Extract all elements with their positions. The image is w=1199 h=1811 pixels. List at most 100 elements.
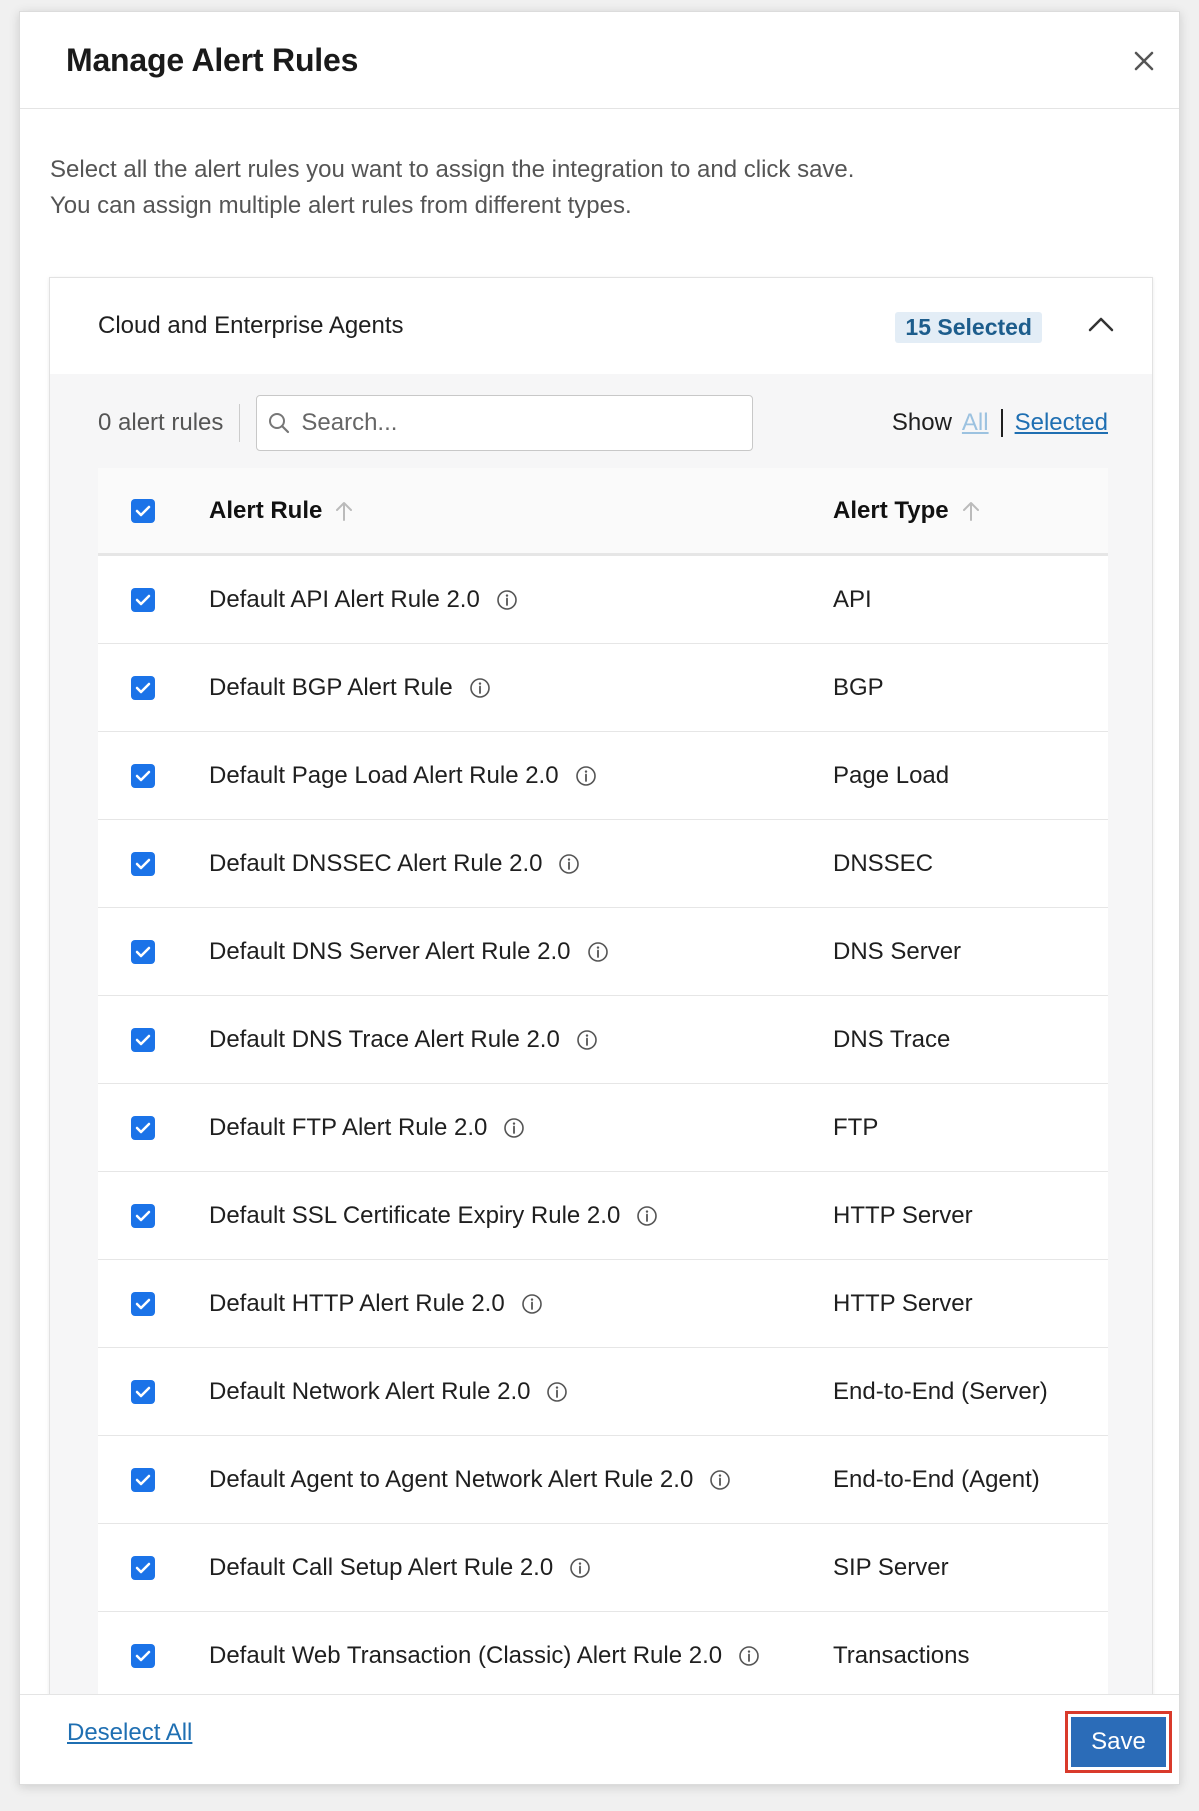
table-row[interactable]: Default DNSSEC Alert Rule 2.0 DNSSEC: [98, 820, 1108, 908]
info-icon[interactable]: [503, 1117, 525, 1139]
sort-arrow-up-icon[interactable]: [334, 500, 354, 522]
row-check-cell: [98, 1467, 209, 1492]
row-checkbox[interactable]: [131, 1115, 155, 1140]
alert-rule-cell: Default FTP Alert Rule 2.0: [209, 1114, 833, 1142]
alert-rule-cell: Default Network Alert Rule 2.0: [209, 1378, 833, 1406]
section-title: Cloud and Enterprise Agents: [98, 312, 404, 339]
table-row[interactable]: Default HTTP Alert Rule 2.0 HTTP Server: [98, 1260, 1108, 1348]
close-icon[interactable]: [1129, 46, 1159, 76]
row-checkbox[interactable]: [131, 1467, 155, 1492]
table-row[interactable]: Default Page Load Alert Rule 2.0 Page Loa…: [98, 732, 1108, 820]
row-checkbox[interactable]: [131, 1203, 155, 1228]
info-icon[interactable]: [575, 765, 597, 787]
show-selected-link[interactable]: Selected: [1015, 409, 1108, 437]
row-checkbox[interactable]: [131, 1555, 155, 1580]
selected-count-badge: 15 Selected: [895, 312, 1042, 343]
table-row[interactable]: Default SSL Certificate Expiry Rule 2.0 H…: [98, 1172, 1108, 1260]
row-check-cell: [98, 1643, 209, 1668]
toolbar-divider: [239, 404, 241, 442]
alert-rule-name: Default FTP Alert Rule 2.0: [209, 1113, 488, 1141]
row-check-cell: [98, 1027, 209, 1052]
alert-type-cell: Transactions: [833, 1641, 970, 1669]
select-all-checkbox[interactable]: [131, 498, 155, 523]
chevron-up-icon[interactable]: [1086, 313, 1116, 335]
table-row[interactable]: Default Call Setup Alert Rule 2.0 SIP Ser…: [98, 1524, 1108, 1612]
column-header-alert-type[interactable]: Alert Type: [833, 497, 981, 525]
column-header-alert-rule[interactable]: Alert Rule: [209, 497, 833, 525]
table-row[interactable]: Default API Alert Rule 2.0 API: [98, 556, 1108, 644]
checkmark-icon: [135, 505, 151, 516]
row-check-cell: [98, 939, 209, 964]
info-icon[interactable]: [709, 1469, 731, 1491]
info-icon[interactable]: [636, 1205, 658, 1227]
info-icon[interactable]: [738, 1645, 760, 1667]
alert-rule-name: Default DNS Trace Alert Rule 2.0: [209, 1025, 560, 1053]
info-icon[interactable]: [546, 1381, 568, 1403]
alert-rule-cell: Default Call Setup Alert Rule 2.0: [209, 1554, 833, 1582]
section-header[interactable]: Cloud and Enterprise Agents 15 Selected: [50, 278, 1152, 374]
alert-rule-name: Default BGP Alert Rule: [209, 673, 453, 701]
alert-type-cell: DNS Trace: [833, 1025, 951, 1053]
row-checkbox[interactable]: [131, 1027, 155, 1052]
table-row[interactable]: Default Network Alert Rule 2.0 End-to-End…: [98, 1348, 1108, 1436]
sort-arrow-up-icon[interactable]: [961, 500, 981, 522]
info-icon[interactable]: [587, 941, 609, 963]
checkmark-icon: [135, 1650, 151, 1661]
checkmark-icon: [135, 682, 151, 693]
row-checkbox[interactable]: [131, 1291, 155, 1316]
table-body: Default API Alert Rule 2.0 API Default BGP…: [98, 556, 1108, 1700]
row-checkbox[interactable]: [131, 851, 155, 876]
info-icon[interactable]: [521, 1293, 543, 1315]
row-checkbox[interactable]: [131, 1643, 155, 1668]
checkmark-icon: [135, 770, 151, 781]
show-all-link[interactable]: All: [962, 409, 989, 437]
row-check-cell: [98, 851, 209, 876]
row-checkbox[interactable]: [131, 939, 155, 964]
alert-type-cell: HTTP Server: [833, 1201, 973, 1229]
deselect-all-link[interactable]: Deselect All: [67, 1719, 192, 1747]
info-icon[interactable]: [576, 1029, 598, 1051]
alert-type-cell: DNS Server: [833, 937, 962, 965]
alert-rule-name: Default API Alert Rule 2.0: [209, 585, 480, 613]
table-row[interactable]: Default BGP Alert Rule BGP: [98, 644, 1108, 732]
row-checkbox[interactable]: [131, 1379, 155, 1404]
table-toolbar: 0 alert rules Show All Selected: [98, 395, 1108, 451]
intro-text: Select all the alert rules you want to a…: [50, 152, 854, 224]
alert-rules-table: Alert Rule Alert Type Default API Alert …: [98, 468, 1108, 1700]
table-row[interactable]: Default FTP Alert Rule 2.0 FTP: [98, 1084, 1108, 1172]
info-icon[interactable]: [496, 589, 518, 611]
alert-rule-name: Default Web Transaction (Classic) Alert …: [209, 1641, 723, 1669]
table-row[interactable]: Default Web Transaction (Classic) Alert …: [98, 1612, 1108, 1700]
alert-type-cell: End-to-End (Server): [833, 1377, 1048, 1405]
row-check-cell: [98, 1115, 209, 1140]
alert-type-cell: End-to-End (Agent): [833, 1465, 1040, 1493]
agents-section: Cloud and Enterprise Agents 15 Selected …: [49, 277, 1153, 1737]
table-row[interactable]: Default DNS Trace Alert Rule 2.0 DNS Trac…: [98, 996, 1108, 1084]
show-filter: Show All Selected: [892, 395, 1108, 451]
show-label: Show: [891, 409, 952, 436]
modal-title: Manage Alert Rules: [66, 41, 359, 78]
checkmark-icon: [135, 1298, 151, 1309]
alert-rule-name: Default SSL Certificate Expiry Rule 2.0: [209, 1201, 621, 1229]
table-row[interactable]: Default DNS Server Alert Rule 2.0 DNS Ser…: [98, 908, 1108, 996]
alert-type-cell: API: [833, 585, 872, 613]
info-icon[interactable]: [469, 677, 491, 699]
save-button-highlight: Save: [1065, 1711, 1172, 1773]
modal-header: Manage Alert Rules: [20, 12, 1179, 109]
modal-footer: Deselect All Save: [20, 1694, 1179, 1784]
checkmark-icon: [135, 1386, 151, 1397]
table-row[interactable]: Default Agent to Agent Network Alert Rul…: [98, 1436, 1108, 1524]
row-checkbox[interactable]: [131, 587, 155, 612]
info-icon[interactable]: [558, 853, 580, 875]
search-input[interactable]: [301, 409, 722, 437]
alert-rule-name: Default HTTP Alert Rule 2.0: [209, 1289, 505, 1317]
alert-rule-cell: Default HTTP Alert Rule 2.0: [209, 1290, 833, 1318]
info-icon[interactable]: [569, 1557, 591, 1579]
alert-rule-name: Default Page Load Alert Rule 2.0: [209, 761, 559, 789]
column-alert-rule-label: Alert Rule: [209, 496, 323, 524]
save-button[interactable]: Save: [1071, 1717, 1166, 1767]
search-field[interactable]: [256, 395, 754, 451]
row-checkbox[interactable]: [131, 763, 155, 788]
intro-line-2: You can assign multiple alert rules from…: [50, 192, 632, 219]
row-checkbox[interactable]: [131, 675, 155, 700]
